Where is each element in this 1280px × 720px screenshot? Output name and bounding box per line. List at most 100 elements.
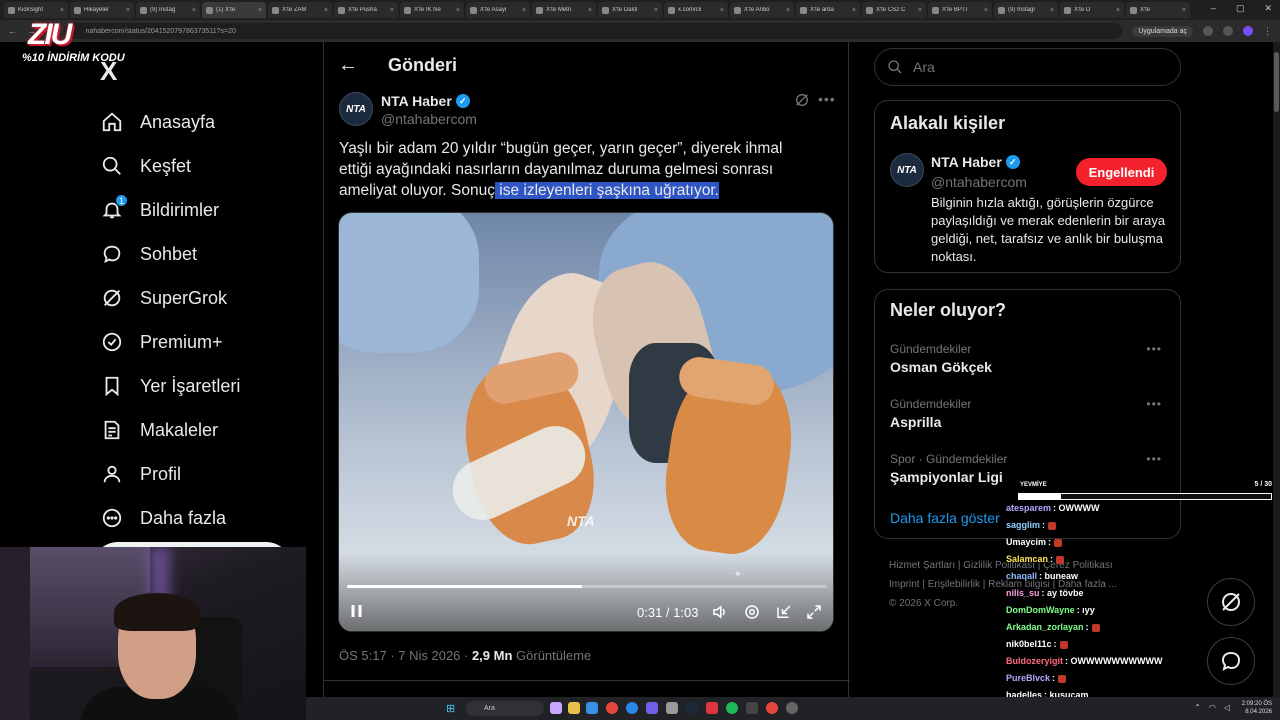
- tab-close-icon[interactable]: ×: [60, 7, 64, 14]
- nav-item-bell[interactable]: 1 Bildirimler: [100, 188, 320, 232]
- browser-tab[interactable]: KickSight ×: [4, 2, 68, 18]
- profile-avatar-icon[interactable]: [1243, 26, 1253, 36]
- avatar[interactable]: NTA: [890, 153, 924, 187]
- file-explorer-icon[interactable]: [568, 702, 580, 714]
- nav-item-article[interactable]: Makaleler: [100, 408, 320, 452]
- obs-icon[interactable]: [786, 702, 798, 714]
- browser-tab[interactable]: (1) X'te ×: [202, 2, 266, 18]
- discord-icon[interactable]: [646, 702, 658, 714]
- taskbar-app-icon[interactable]: [550, 702, 562, 714]
- extension-icon[interactable]: [1203, 26, 1213, 36]
- volume-icon[interactable]: [711, 603, 729, 626]
- search-input[interactable]: Ara: [874, 48, 1181, 86]
- grok-fab-button[interactable]: [1207, 578, 1255, 626]
- tab-close-icon[interactable]: ×: [654, 7, 658, 14]
- tab-close-icon[interactable]: ×: [786, 7, 790, 14]
- footer-link[interactable]: Erişilebilirlik: [928, 579, 980, 590]
- extension-icon[interactable]: [1223, 26, 1233, 36]
- browser-tab[interactable]: X'te Asayi ×: [466, 2, 530, 18]
- scroll-thumb[interactable]: [1274, 52, 1279, 112]
- tab-close-icon[interactable]: ×: [1116, 7, 1120, 14]
- browser-tab[interactable]: (9) Instag ×: [136, 2, 200, 18]
- x-logo[interactable]: X: [100, 56, 117, 87]
- trend-item[interactable]: Gündemdekiler Osman Gökçek •••: [890, 342, 1170, 375]
- windows-start-icon[interactable]: ⊞: [446, 702, 455, 715]
- taskbar-clock[interactable]: 2:09:20 ÖS 8.04.2026: [1242, 700, 1272, 716]
- url-field[interactable]: nahabercom/status/204152079786373511?s=2…: [63, 23, 1123, 39]
- tab-close-icon[interactable]: ×: [852, 7, 856, 14]
- back-nav-icon[interactable]: ←: [8, 26, 17, 36]
- related-name-text[interactable]: NTA Haber: [931, 154, 1002, 170]
- pause-icon[interactable]: [349, 603, 365, 624]
- browser-tab[interactable]: X'te Pusha ×: [334, 2, 398, 18]
- taskbar-app-icon[interactable]: [666, 702, 678, 714]
- nav-item-home[interactable]: Anasayfa: [100, 100, 320, 144]
- author-handle[interactable]: @ntahabercom: [381, 111, 477, 127]
- tab-close-icon[interactable]: ×: [126, 7, 130, 14]
- author-name[interactable]: NTA Haber ✓: [381, 93, 470, 109]
- more-options-icon[interactable]: •••: [818, 91, 836, 107]
- tab-close-icon[interactable]: ×: [918, 7, 922, 14]
- browser-tab[interactable]: X'te İK Ne ×: [400, 2, 464, 18]
- browser-tab[interactable]: (9) Instagr ×: [994, 2, 1058, 18]
- browser-tab[interactable]: X'te CS2 C ×: [862, 2, 926, 18]
- blocked-button[interactable]: Engellendi: [1076, 158, 1167, 186]
- tab-close-icon[interactable]: ×: [1050, 7, 1054, 14]
- browser-tab[interactable]: X'te BPTI ×: [928, 2, 992, 18]
- speaker-icon[interactable]: ◁: [1224, 703, 1230, 712]
- author-name-text[interactable]: NTA Haber: [381, 93, 452, 109]
- browser-tab[interactable]: Hikayeler ×: [70, 2, 134, 18]
- post-timestamp[interactable]: ÖS 5:17 · 7 Nis 2026 ·: [339, 648, 472, 663]
- browser-tab[interactable]: X'te ×: [1126, 2, 1190, 18]
- taskbar-app-icon[interactable]: [586, 702, 598, 714]
- wifi-icon[interactable]: ◠: [1209, 703, 1216, 712]
- nav-item-bookmark[interactable]: Yer İşaretleri: [100, 364, 320, 408]
- nav-item-more[interactable]: Daha fazla: [100, 496, 320, 540]
- related-handle[interactable]: @ntahabercom: [931, 174, 1027, 190]
- footer-link[interactable]: Hizmet Şartları: [889, 560, 955, 571]
- nav-item-chat[interactable]: Sohbet: [100, 232, 320, 276]
- trend-item[interactable]: Gündemdekiler Asprilla •••: [890, 397, 1170, 430]
- tab-close-icon[interactable]: ×: [720, 7, 724, 14]
- video-player[interactable]: NTA ⌖ 0:31 / 1:03: [338, 212, 834, 632]
- chrome-icon[interactable]: [766, 702, 778, 714]
- video-progress-bar[interactable]: [347, 585, 827, 588]
- edge-icon[interactable]: [626, 702, 638, 714]
- taskbar-app-icon[interactable]: [746, 702, 758, 714]
- taskbar-app-icon[interactable]: [706, 702, 718, 714]
- menu-icon[interactable]: ⋮: [1263, 26, 1272, 37]
- more-options-icon[interactable]: •••: [1146, 452, 1162, 466]
- tab-close-icon[interactable]: ×: [588, 7, 592, 14]
- tab-close-icon[interactable]: ×: [984, 7, 988, 14]
- show-more-link[interactable]: Daha fazla göster: [890, 510, 1000, 526]
- picture-in-picture-icon[interactable]: [775, 603, 793, 626]
- open-in-app-button[interactable]: Uygulamada aç: [1132, 25, 1193, 37]
- chrome-icon[interactable]: [606, 702, 618, 714]
- messages-fab-button[interactable]: [1207, 637, 1255, 685]
- page-scrollbar[interactable]: [1273, 42, 1280, 697]
- footer-link[interactable]: Imprint: [889, 579, 920, 590]
- nav-item-grok[interactable]: SuperGrok: [100, 276, 320, 320]
- more-options-icon[interactable]: •••: [1146, 342, 1162, 356]
- browser-tab[interactable]: X'te arda ×: [796, 2, 860, 18]
- browser-tab[interactable]: X'te Metn ×: [532, 2, 596, 18]
- avatar[interactable]: NTA: [339, 92, 373, 126]
- tab-close-icon[interactable]: ×: [258, 7, 262, 14]
- grok-icon[interactable]: [794, 92, 810, 113]
- tab-close-icon[interactable]: ×: [390, 7, 394, 14]
- fullscreen-icon[interactable]: [805, 603, 823, 626]
- tab-close-icon[interactable]: ×: [522, 7, 526, 14]
- footer-link[interactable]: © 2026 X Corp.: [889, 598, 958, 609]
- system-tray[interactable]: ⌃ ◠ ◁: [1194, 703, 1230, 712]
- browser-tab[interactable]: X'te ZAM ×: [268, 2, 332, 18]
- more-options-icon[interactable]: •••: [1146, 397, 1162, 411]
- close-icon[interactable]: ✕: [1264, 3, 1272, 14]
- settings-gear-icon[interactable]: [743, 603, 761, 626]
- related-name[interactable]: NTA Haber ✓: [931, 154, 1020, 170]
- taskbar-search[interactable]: Ara: [466, 701, 544, 716]
- back-arrow-icon[interactable]: ←: [338, 54, 358, 77]
- minimize-icon[interactable]: –: [1211, 3, 1216, 14]
- browser-tab[interactable]: X'te D ×: [1060, 2, 1124, 18]
- nav-item-profile[interactable]: Profil: [100, 452, 320, 496]
- browser-tab[interactable]: X'te Dakti ×: [598, 2, 662, 18]
